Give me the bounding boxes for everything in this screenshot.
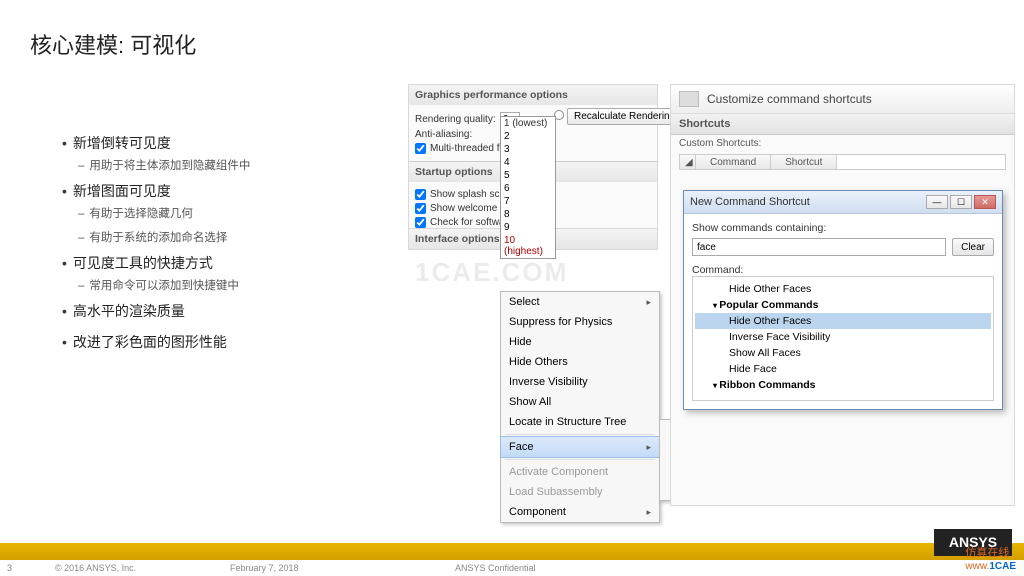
confidential: ANSYS Confidential bbox=[455, 563, 536, 573]
startup-label: Show welcome sc bbox=[430, 203, 510, 214]
gpo-header: Graphics performance options bbox=[409, 85, 657, 105]
close-button[interactable]: ✕ bbox=[974, 195, 996, 209]
anti-aliasing-label: Anti-aliasing: bbox=[415, 129, 472, 140]
clear-button[interactable]: Clear bbox=[952, 238, 994, 256]
search-input[interactable] bbox=[692, 238, 946, 256]
menu-item[interactable]: Load Subassembly bbox=[501, 482, 659, 502]
menu-item[interactable]: Hide bbox=[501, 332, 659, 352]
shortcuts-header: Shortcuts bbox=[671, 114, 1014, 135]
gear-icon bbox=[679, 91, 699, 107]
menu-item[interactable]: Face bbox=[500, 436, 660, 458]
startup-label: Check for softwa bbox=[430, 217, 504, 228]
slide-title: 核心建模: 可视化 bbox=[30, 28, 196, 60]
copyright: © 2016 ANSYS, Inc. bbox=[55, 563, 136, 573]
footer-bar bbox=[0, 543, 1024, 560]
triangle-icon: ◢ bbox=[680, 155, 696, 169]
page-number: 3 bbox=[7, 563, 12, 573]
tree-item[interactable]: Inverse Face Visibility bbox=[695, 329, 991, 345]
menu-item[interactable]: Suppress for Physics bbox=[501, 312, 659, 332]
multithread-checkbox[interactable] bbox=[415, 143, 426, 154]
startup-checkbox[interactable] bbox=[415, 189, 426, 200]
footer-date: February 7, 2018 bbox=[230, 563, 299, 573]
quality-dropdown[interactable]: 1 (lowest)2345678910 (highest) bbox=[500, 116, 556, 259]
startup-checkbox[interactable] bbox=[415, 203, 426, 214]
menu-item[interactable]: Locate in Structure Tree bbox=[501, 412, 659, 432]
context-menu-1: SelectSuppress for PhysicsHideHide Other… bbox=[500, 291, 660, 523]
shortcuts-table: ◢ Command Shortcut bbox=[679, 154, 1006, 170]
dialog-title: New Command Shortcut bbox=[690, 196, 810, 208]
tree-item[interactable]: Popular Commands bbox=[695, 297, 991, 313]
show-containing-label: Show commands containing: bbox=[692, 222, 826, 234]
new-shortcut-dialog: New Command Shortcut — ☐ ✕ Show commands… bbox=[683, 190, 1003, 410]
watermark: 1CAE.COM bbox=[415, 257, 568, 288]
tree-item[interactable]: Ribbon Commands bbox=[695, 377, 991, 393]
recalc-button[interactable]: Recalculate Rendering bbox=[567, 108, 682, 125]
tree-item[interactable]: Hide Face bbox=[695, 361, 991, 377]
menu-item[interactable]: Inverse Visibility bbox=[501, 372, 659, 392]
startup-label: Show splash scre bbox=[430, 189, 508, 200]
site-tag: 仿真在线 www.1CAE bbox=[965, 544, 1016, 572]
maximize-button[interactable]: ☐ bbox=[950, 195, 972, 209]
menu-item[interactable]: Hide Others bbox=[501, 352, 659, 372]
command-tree[interactable]: Hide Other FacesPopular CommandsHide Oth… bbox=[692, 276, 994, 401]
tree-item[interactable]: Show All Faces bbox=[695, 345, 991, 361]
render-quality-label: Rendering quality: bbox=[415, 114, 496, 125]
menu-item[interactable]: Show All bbox=[501, 392, 659, 412]
multithread-label: Multi-threaded fa bbox=[430, 143, 505, 154]
menu-item[interactable]: Activate Component bbox=[501, 462, 659, 482]
tree-item[interactable]: Hide Other Faces bbox=[695, 281, 991, 297]
ccs-title: Customize command shortcuts bbox=[707, 92, 872, 106]
custom-label: Custom Shortcuts: bbox=[671, 135, 1014, 152]
col-command: Command bbox=[696, 155, 771, 169]
menu-item[interactable]: Component bbox=[501, 502, 659, 522]
startup-checkbox[interactable] bbox=[415, 217, 426, 228]
minimize-button[interactable]: — bbox=[926, 195, 948, 209]
tree-item[interactable]: Hide Other Faces bbox=[695, 313, 991, 329]
col-shortcut: Shortcut bbox=[771, 155, 837, 169]
command-label: Command: bbox=[692, 264, 743, 276]
menu-item[interactable]: Select bbox=[501, 292, 659, 312]
bullet-list: 新增倒转可见度用助于将主体添加到隐藏组件中新增图面可见度有助于选择隐藏几何有助于… bbox=[62, 133, 250, 363]
